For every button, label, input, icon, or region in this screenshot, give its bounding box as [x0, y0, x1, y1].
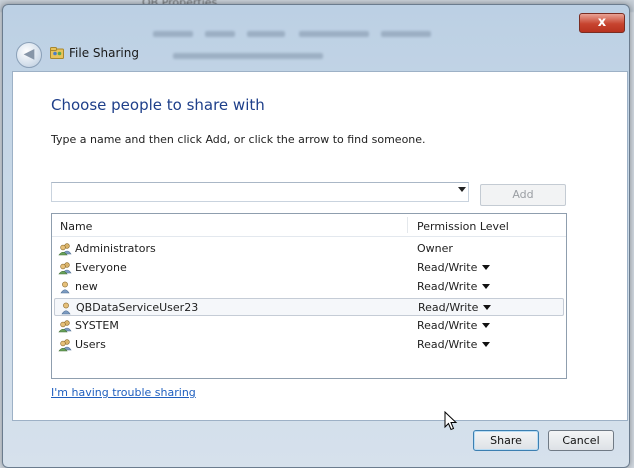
row-name: new	[75, 280, 98, 294]
row-permission-level[interactable]: Read/Write	[417, 338, 477, 351]
permission-dropdown-arrow-icon[interactable]	[482, 322, 490, 328]
row-name: Users	[75, 338, 106, 351]
name-input[interactable]	[51, 182, 469, 202]
page-heading: Choose people to share with	[51, 96, 265, 114]
row-name: SYSTEM	[75, 318, 119, 332]
row-name: QBDataServiceUser23	[76, 300, 199, 314]
group-icon	[58, 243, 72, 256]
file-sharing-dialog: x ◀ File Sharing Choose people to share …	[2, 4, 630, 468]
file-sharing-icon	[50, 47, 64, 59]
back-arrow-icon: ◀	[23, 46, 35, 62]
row-name: Everyone	[75, 261, 127, 275]
close-icon: x	[597, 15, 607, 30]
list-row[interactable]: QBDataServiceUser23 Read/Write	[54, 297, 564, 316]
user-icon	[60, 281, 70, 294]
permission-dropdown-arrow-icon[interactable]	[482, 284, 490, 290]
share-list[interactable]: Name Permission Level Administrators Owne…	[51, 213, 567, 379]
trouble-sharing-link[interactable]: I'm having trouble sharing	[51, 386, 196, 399]
permission-dropdown-arrow-icon[interactable]	[482, 342, 490, 347]
mouse-cursor-icon	[444, 411, 458, 431]
list-row[interactable]: Administrators Owner	[54, 240, 564, 258]
column-separator	[407, 217, 408, 233]
column-header-name[interactable]: Name	[60, 220, 92, 233]
list-row[interactable]: Users Read/Write	[54, 336, 564, 354]
row-permission-level[interactable]: Read/Write	[418, 301, 478, 314]
row-permission-level[interactable]: Read/Write	[417, 319, 477, 332]
share-button[interactable]: Share	[473, 430, 539, 451]
row-permission-level[interactable]: Read/Write	[417, 261, 477, 274]
find-people-dropdown-arrow-icon[interactable]	[458, 187, 466, 192]
permission-dropdown-arrow-icon[interactable]	[483, 304, 491, 310]
list-row[interactable]: Everyone Read/Write	[54, 259, 564, 277]
row-permission-level: Owner	[417, 242, 453, 255]
close-button[interactable]: x	[579, 13, 625, 33]
row-permission-level[interactable]: Read/Write	[417, 280, 477, 293]
window-title: File Sharing	[69, 46, 139, 60]
add-button[interactable]: Add	[480, 184, 566, 206]
list-header: Name Permission Level	[52, 214, 566, 237]
background-blur	[153, 31, 463, 69]
column-header-permission[interactable]: Permission Level	[417, 220, 509, 233]
group-icon	[58, 339, 72, 352]
back-button[interactable]: ◀	[16, 42, 42, 68]
user-icon	[61, 302, 71, 314]
instruction-text: Type a name and then click Add, or click…	[51, 133, 426, 146]
cancel-button[interactable]: Cancel	[548, 430, 614, 451]
permission-dropdown-arrow-icon[interactable]	[482, 265, 490, 271]
content-panel: Choose people to share with Type a name …	[12, 71, 628, 421]
group-icon	[58, 262, 72, 275]
row-name: Administrators	[75, 242, 156, 255]
list-row[interactable]: SYSTEM Read/Write	[54, 317, 564, 335]
group-icon	[58, 320, 72, 333]
list-row[interactable]: new Read/Write	[54, 278, 564, 296]
